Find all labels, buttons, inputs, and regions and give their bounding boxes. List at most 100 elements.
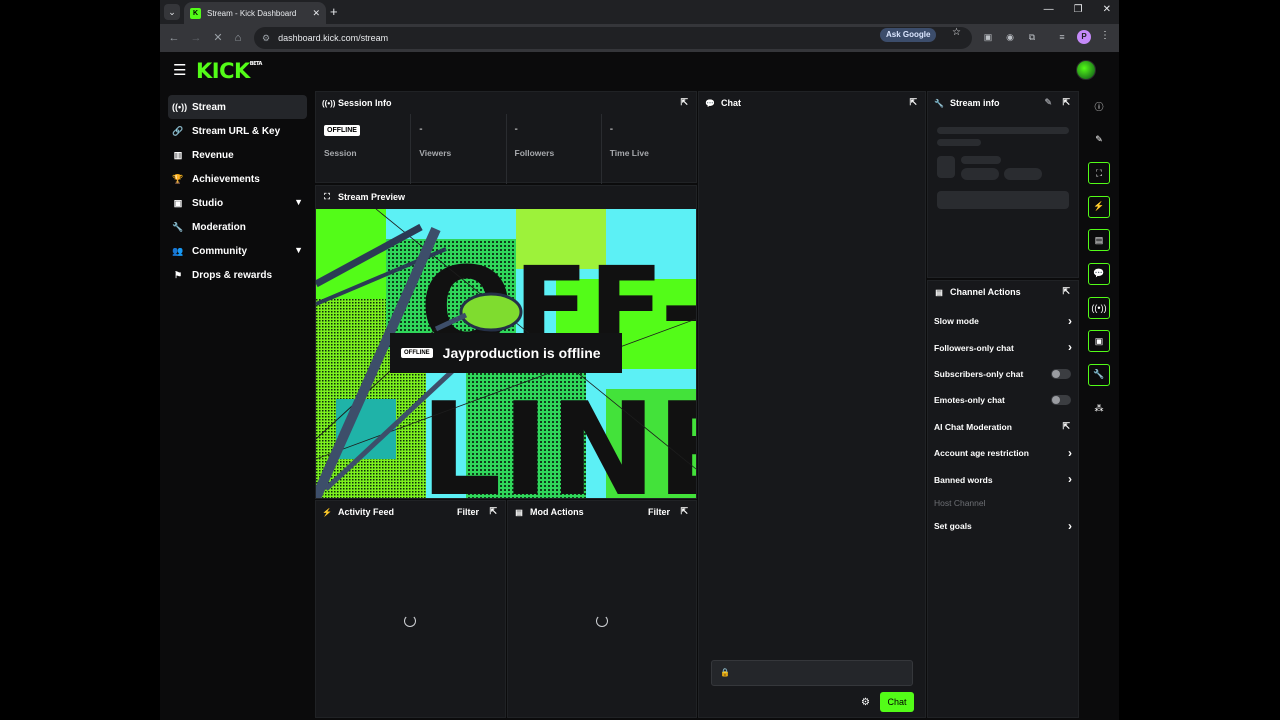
wrench-icon[interactable]: 🔧 — [1088, 363, 1110, 386]
popout-icon[interactable]: ⇱ — [489, 506, 497, 517]
skeleton-line — [937, 127, 1069, 134]
sidebar-item-stream-url-key[interactable]: 🔗 Stream URL & Key — [168, 119, 307, 143]
chat-input[interactable]: 🔒 — [711, 660, 913, 686]
right-tool-rail: ⓘ ✎ ⛶ ⚡ ▤ 💬 ((•)) ▣ 🔧 ⁂ — [1088, 95, 1112, 431]
new-tab-button[interactable]: + — [330, 4, 338, 20]
forward-icon[interactable]: → — [188, 30, 204, 46]
panel-title: Stream info — [950, 98, 1000, 108]
row-label: Set goals — [934, 520, 972, 531]
sidebar-item-label: Stream URL & Key — [192, 125, 281, 137]
popout-icon[interactable]: ⇱ — [680, 506, 688, 517]
sidebar-item-label: Revenue — [192, 149, 234, 161]
wrench-icon: 🔧 — [172, 221, 184, 232]
info-icon[interactable]: ⓘ — [1088, 95, 1110, 117]
minimize-icon[interactable]: — — [1044, 4, 1054, 15]
account-age-row[interactable]: Account age restriction › — [928, 440, 1078, 466]
stop-loading-icon[interactable]: ✕ — [210, 30, 226, 46]
row-label: Banned words — [934, 474, 993, 485]
host-channel-row: Host Channel — [928, 493, 1078, 513]
browser-menu-icon[interactable]: ⋮ — [1100, 30, 1110, 41]
sidebar-item-achievements[interactable]: 🏆 Achievements — [168, 167, 307, 191]
close-window-icon[interactable]: ✕ — [1103, 4, 1111, 15]
stream-preview-image[interactable]: OFF- LINE OFFLINE Jayproduction is offli… — [316, 209, 696, 498]
kick-logo[interactable]: KICKBETA — [196, 59, 262, 83]
offline-status-text: Jayproduction is offline — [442, 345, 601, 361]
extension-icon[interactable]: ◉ — [1004, 31, 1016, 43]
sidebar-item-moderation[interactable]: 🔧 Moderation — [168, 215, 307, 239]
session-info-panel: ((•)) Session Info ⇱ OFFLINE Session - V… — [315, 91, 697, 184]
close-tab-icon[interactable]: ✕ — [312, 8, 320, 19]
sidebar-item-community[interactable]: 👥 Community ▼ — [168, 239, 307, 263]
set-goals-row[interactable]: Set goals › — [928, 513, 1078, 539]
subscribers-only-toggle[interactable] — [1051, 368, 1071, 379]
sidebar-item-label: Stream — [192, 101, 226, 113]
chat-settings-gear-icon[interactable]: ⚙ — [861, 697, 870, 708]
followers-only-row[interactable]: Followers-only chat › — [928, 334, 1078, 360]
filter-button[interactable]: Filter — [648, 507, 670, 517]
stat-label: Followers — [514, 148, 555, 158]
stat-value: - — [514, 124, 518, 135]
sidebar-item-label: Achievements — [192, 173, 260, 185]
chat-bubble-icon[interactable]: 💬 — [1088, 262, 1110, 285]
profile-avatar[interactable]: P — [1077, 30, 1091, 44]
edit-pencil-icon[interactable]: ✎ — [1088, 129, 1110, 151]
channel-actions-icon[interactable]: ▣ — [1088, 330, 1110, 353]
extension-icon[interactable]: ▣ — [982, 31, 994, 43]
url-text: dashboard.kick.com/stream — [278, 33, 389, 43]
chevron-right-icon: › — [1068, 472, 1072, 487]
preview-icon: ⛶ — [324, 192, 330, 201]
slow-mode-row[interactable]: Slow mode › — [928, 308, 1078, 334]
mod-actions-header: ▤ Mod Actions Filter ⇱ — [508, 501, 696, 523]
site-info-icon[interactable]: ⚙ — [262, 33, 270, 44]
browser-tab[interactable]: K Stream - Kick Dashboard ✕ — [184, 2, 326, 24]
lightning-icon[interactable]: ⚡ — [1088, 195, 1110, 218]
ask-google-button[interactable]: Ask Google — [880, 28, 937, 42]
chevron-right-icon: › — [1068, 340, 1072, 355]
reading-list-icon[interactable]: ≡ — [1056, 31, 1068, 43]
add-widget-icon[interactable]: ⁂ — [1088, 397, 1110, 419]
skeleton-pill — [961, 168, 999, 180]
popout-icon[interactable]: ⇱ — [909, 97, 917, 108]
sidebar-item-revenue[interactable]: ▥ Revenue — [168, 143, 307, 167]
trophy-icon: 🏆 — [172, 173, 184, 184]
broadcast-icon[interactable]: ((•)) — [1088, 296, 1110, 319]
row-label: Emotes-only chat — [934, 395, 1005, 406]
sidebar-item-studio[interactable]: ▣ Studio ▼ — [168, 191, 307, 215]
restore-icon[interactable]: ❐ — [1074, 4, 1083, 15]
activity-feed-header: ⚡ Activity Feed Filter ⇱ — [316, 501, 505, 523]
ai-moderation-row[interactable]: AI Chat Moderation ⇱ — [928, 414, 1078, 440]
link-icon: 🔗 — [172, 125, 184, 136]
chevron-down-icon[interactable]: ▼ — [294, 245, 303, 255]
emotes-only-toggle[interactable] — [1051, 395, 1071, 406]
edit-pencil-icon[interactable]: ✎ — [1044, 97, 1052, 108]
popout-icon[interactable]: ⇱ — [1062, 286, 1070, 297]
stream-preview-toggle-icon[interactable]: ⛶ — [1088, 162, 1110, 185]
chevron-down-icon[interactable]: ▼ — [294, 197, 303, 207]
sidebar-item-label: Community — [192, 245, 247, 257]
sidebar-item-stream[interactable]: ((•)) Stream — [168, 95, 307, 119]
bookmark-star-icon[interactable]: ☆ — [952, 27, 961, 38]
popout-icon[interactable]: ⇱ — [680, 97, 688, 108]
stat-value: - — [609, 124, 614, 135]
artwork-text-line: LINE — [420, 376, 696, 498]
user-avatar[interactable] — [1076, 60, 1096, 80]
send-chat-button[interactable]: Chat — [880, 692, 914, 712]
tab-search-button[interactable]: ⌄ — [164, 4, 180, 20]
broadcast-icon: ((•)) — [172, 102, 188, 112]
offline-badge: OFFLINE — [401, 348, 433, 358]
session-stats: OFFLINE Session - Viewers - Followers - … — [316, 114, 696, 184]
banned-words-row[interactable]: Banned words › — [928, 466, 1078, 492]
back-icon[interactable]: ← — [166, 30, 182, 46]
stat-session: OFFLINE Session — [316, 114, 412, 184]
stream-preview-header: ⛶ Stream Preview — [316, 186, 696, 208]
url-field[interactable]: ⚙ dashboard.kick.com/stream — [254, 27, 972, 49]
broadcast-icon: ((•)) — [322, 98, 336, 108]
extensions-puzzle-icon[interactable]: ⧉ — [1026, 31, 1038, 43]
filter-button[interactable]: Filter — [457, 507, 479, 517]
home-icon[interactable]: ⌂ — [230, 30, 246, 46]
stream-info-panel: 🔧 Stream info ✎ ⇱ — [927, 91, 1079, 278]
popout-icon[interactable]: ⇱ — [1062, 97, 1070, 108]
sidebar-item-drops-rewards[interactable]: ⚑ Drops & rewards — [168, 263, 307, 287]
hamburger-menu-icon[interactable]: ☰ — [173, 63, 186, 78]
document-icon[interactable]: ▤ — [1088, 229, 1110, 252]
